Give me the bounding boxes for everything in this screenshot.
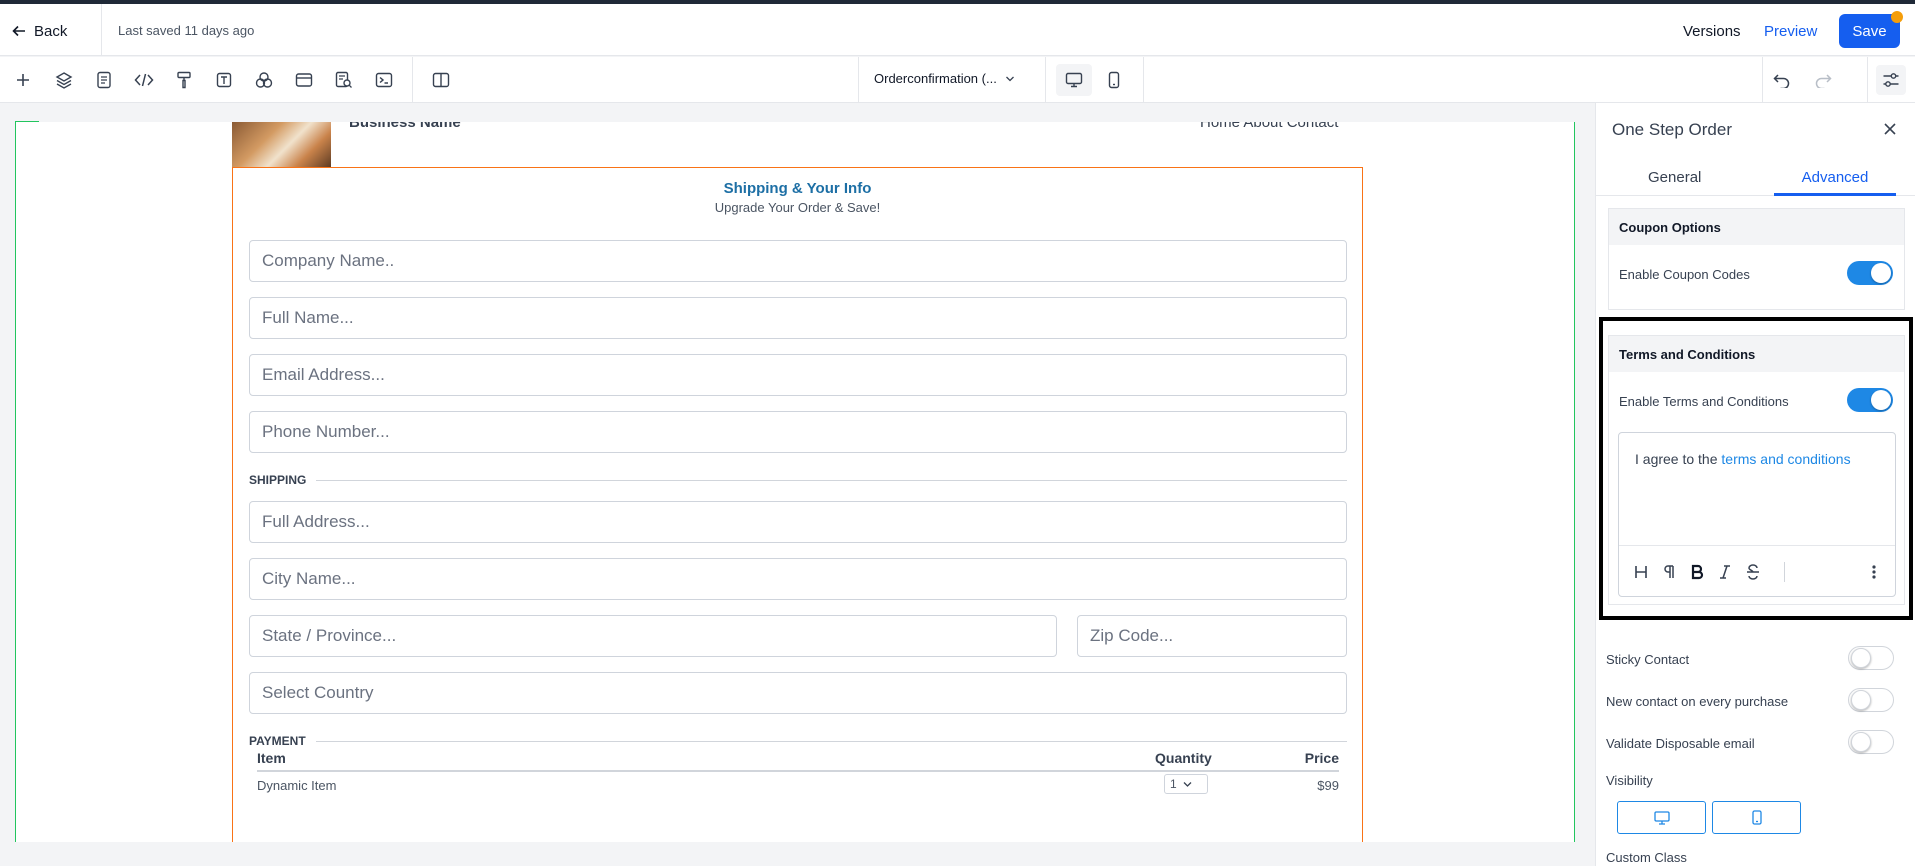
divider [1762,57,1763,103]
validate-email-label: Validate Disposable email [1606,736,1755,751]
back-button[interactable]: Back [12,18,67,44]
column-header-quantity: Quantity [1155,750,1212,766]
editor-toolbar: Orderconfirmation (... [0,57,1915,103]
email-input[interactable]: Email Address... [249,354,1347,396]
back-label: Back [34,22,68,40]
divider [316,479,1347,481]
phone-input[interactable]: Phone Number... [249,411,1347,453]
visibility-mobile-button[interactable] [1712,801,1801,834]
tab-general[interactable]: General [1648,169,1701,186]
country-select[interactable]: Select Country [249,672,1347,714]
panel-tabs: General Advanced [1596,158,1915,196]
business-name: Business Name [349,122,461,131]
layers-icon[interactable] [52,68,76,92]
shipping-label: SHIPPING [249,473,307,487]
column-header-price: Price [1304,750,1339,766]
order-table-header: Item Quantity Price [257,744,1339,772]
divider [101,4,102,56]
settings-sliders-icon[interactable] [1876,65,1906,95]
header-dog-image [232,122,331,168]
item-price: $99 [1317,778,1339,793]
chevron-down-icon [1183,781,1192,787]
close-icon[interactable] [1879,118,1901,140]
popup-icon[interactable] [292,68,316,92]
toggle-knob [1871,263,1891,283]
terminal-icon[interactable] [372,68,396,92]
divider [1045,57,1046,103]
desktop-icon[interactable] [1062,68,1086,92]
panel-title: One Step Order [1612,120,1733,139]
column-header-item: Item [257,750,286,766]
coupon-options-heading: Coupon Options [1609,209,1904,245]
elements-icon[interactable] [252,68,276,92]
terms-highlight-box [1599,317,1913,620]
seo-search-icon[interactable] [332,68,356,92]
quantity-select[interactable]: 1 [1164,774,1208,794]
page-select[interactable]: Orderconfirmation (... [874,71,1015,86]
redo-icon[interactable] [1811,68,1835,92]
form-subtitle: Upgrade Your Order & Save! [714,200,881,215]
divider [1867,57,1868,103]
sticky-contact-toggle[interactable] [1848,646,1894,670]
shipping-section-header: SHIPPING [249,472,1347,488]
add-icon[interactable] [11,68,35,92]
toggle-knob [1851,648,1871,668]
validate-email-toggle[interactable] [1848,730,1894,754]
toggle-knob [1851,732,1871,752]
visibility-desktop-button[interactable] [1617,801,1706,834]
split-columns-icon[interactable] [429,68,453,92]
mobile-icon[interactable] [1102,68,1126,92]
site-header[interactable]: Business Name Home About Contact [232,122,1362,168]
divider [412,57,413,103]
coupon-toggle-label: Enable Coupon Codes [1619,267,1750,282]
coupon-options-card: Coupon Options Enable Coupon Codes [1608,208,1905,310]
state-input[interactable]: State / Province... [249,615,1057,657]
paint-roller-icon[interactable] [172,68,196,92]
versions-button[interactable]: Versions [1683,23,1741,40]
divider [858,57,859,103]
desktop-icon [1653,810,1670,825]
unsaved-indicator-dot [1891,11,1903,23]
enable-coupon-codes-toggle[interactable] [1847,261,1893,285]
zip-input[interactable]: Zip Code... [1077,615,1347,657]
item-name: Dynamic Item [257,778,337,793]
city-input[interactable]: City Name... [249,558,1347,600]
sticky-contact-label: Sticky Contact [1606,652,1690,667]
full-name-input[interactable]: Full Name... [249,297,1347,339]
page-select-value: Orderconfirmation (... [874,71,997,86]
preview-button[interactable]: Preview [1764,23,1817,40]
new-contact-toggle[interactable] [1848,688,1894,712]
undo-icon[interactable] [1770,68,1794,92]
tab-advanced[interactable]: Advanced [1772,169,1898,186]
chevron-down-icon [1005,76,1014,81]
address-input[interactable]: Full Address... [249,501,1347,543]
code-icon[interactable] [132,68,156,92]
mobile-icon [1751,810,1762,825]
divider [315,740,1347,742]
company-name-input[interactable]: Company Name.. [249,240,1347,282]
arrow-left-icon [12,25,25,37]
visibility-label: Visibility [1606,773,1653,788]
toggle-knob [1851,690,1871,710]
header-nav-links[interactable]: Home About Contact [1200,122,1338,131]
divider [1143,57,1144,103]
custom-class-label: Custom Class [1606,850,1687,865]
top-bar: Back Last saved 11 days ago Versions Pre… [0,4,1915,56]
new-contact-label: New contact on every purchase [1606,694,1789,709]
one-step-order-form[interactable]: Shipping & Your Info Upgrade Your Order … [232,167,1363,842]
pages-icon[interactable] [92,68,116,92]
last-saved-text: Last saved 11 days ago [118,23,255,38]
form-title: Shipping & Your Info [723,180,872,197]
text-icon[interactable] [212,68,236,92]
active-tab-indicator [1774,193,1896,196]
page-canvas[interactable]: Business Name Home About Contact Shippin… [15,122,1575,842]
quantity-value: 1 [1170,777,1177,791]
